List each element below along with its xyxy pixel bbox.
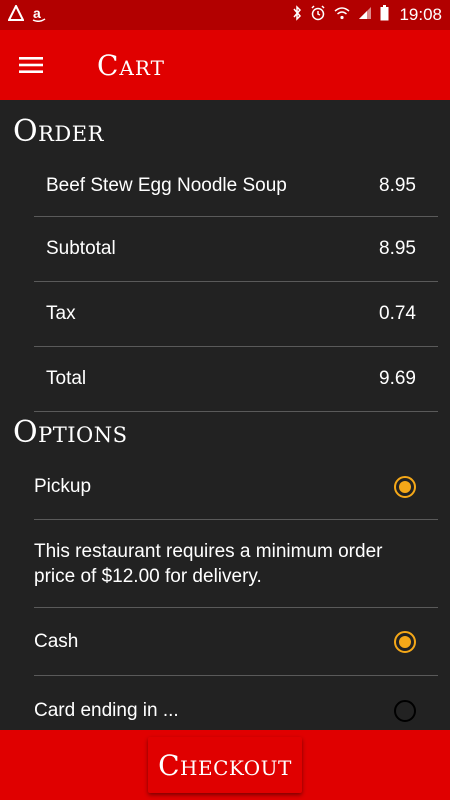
subtotal-label: Subtotal: [46, 238, 116, 259]
pickup-radio[interactable]: [394, 476, 416, 498]
status-bar: a 19:08: [0, 0, 450, 30]
checkout-button[interactable]: Checkout: [148, 737, 302, 793]
subtotal-row: Subtotal 8.95: [34, 217, 438, 282]
cash-radio[interactable]: [394, 630, 416, 653]
checkout-bar: Checkout: [0, 730, 450, 800]
pickup-label: Pickup: [34, 476, 92, 497]
signal-icon: [358, 6, 372, 25]
page-title: Cart: [97, 48, 165, 82]
tax-value: 0.74: [379, 303, 416, 324]
app-bar: Cart: [0, 30, 450, 100]
order-item-price: 8.95: [379, 175, 416, 196]
hamburger-menu-icon[interactable]: [0, 30, 62, 100]
options-heading: Options: [13, 415, 128, 450]
subtotal-value: 8.95: [379, 238, 416, 259]
cart-content[interactable]: Order Beef Stew Egg Noodle Soup 8.95 Sub…: [0, 100, 450, 730]
total-row: Total 9.69: [34, 347, 438, 412]
amazon-icon: a: [32, 5, 46, 25]
delivery-notice-text: This restaurant requires a minimum order…: [34, 540, 383, 587]
cash-option[interactable]: Cash: [34, 608, 438, 676]
status-time: 19:08: [399, 5, 442, 24]
tax-row: Tax 0.74: [34, 282, 438, 347]
alarm-icon: [310, 4, 326, 26]
status-left-icons: a: [7, 3, 46, 26]
battery-icon: [380, 4, 389, 26]
wifi-icon: [334, 6, 350, 25]
notification-icon: [7, 3, 25, 26]
total-label: Total: [46, 368, 87, 389]
pickup-option[interactable]: Pickup: [34, 455, 438, 520]
svg-text:a: a: [33, 6, 41, 21]
status-right-icons: 19:08: [292, 4, 442, 26]
order-item-name: Beef Stew Egg Noodle Soup: [46, 175, 287, 196]
total-value: 9.69: [379, 368, 416, 389]
card-label: Card ending in ...: [34, 700, 179, 721]
cash-label: Cash: [34, 630, 79, 652]
order-item-row[interactable]: Beef Stew Egg Noodle Soup 8.95: [34, 156, 438, 217]
tax-label: Tax: [46, 303, 76, 324]
order-list: Beef Stew Egg Noodle Soup 8.95 Subtotal …: [34, 156, 438, 412]
bluetooth-icon: [292, 4, 302, 26]
options-list: Pickup This restaurant requires a minimu…: [34, 455, 438, 730]
card-radio[interactable]: [394, 700, 416, 722]
order-heading: Order: [13, 114, 104, 149]
card-option[interactable]: Card ending in ...: [34, 676, 438, 730]
delivery-minimum-notice: This restaurant requires a minimum order…: [34, 520, 438, 608]
